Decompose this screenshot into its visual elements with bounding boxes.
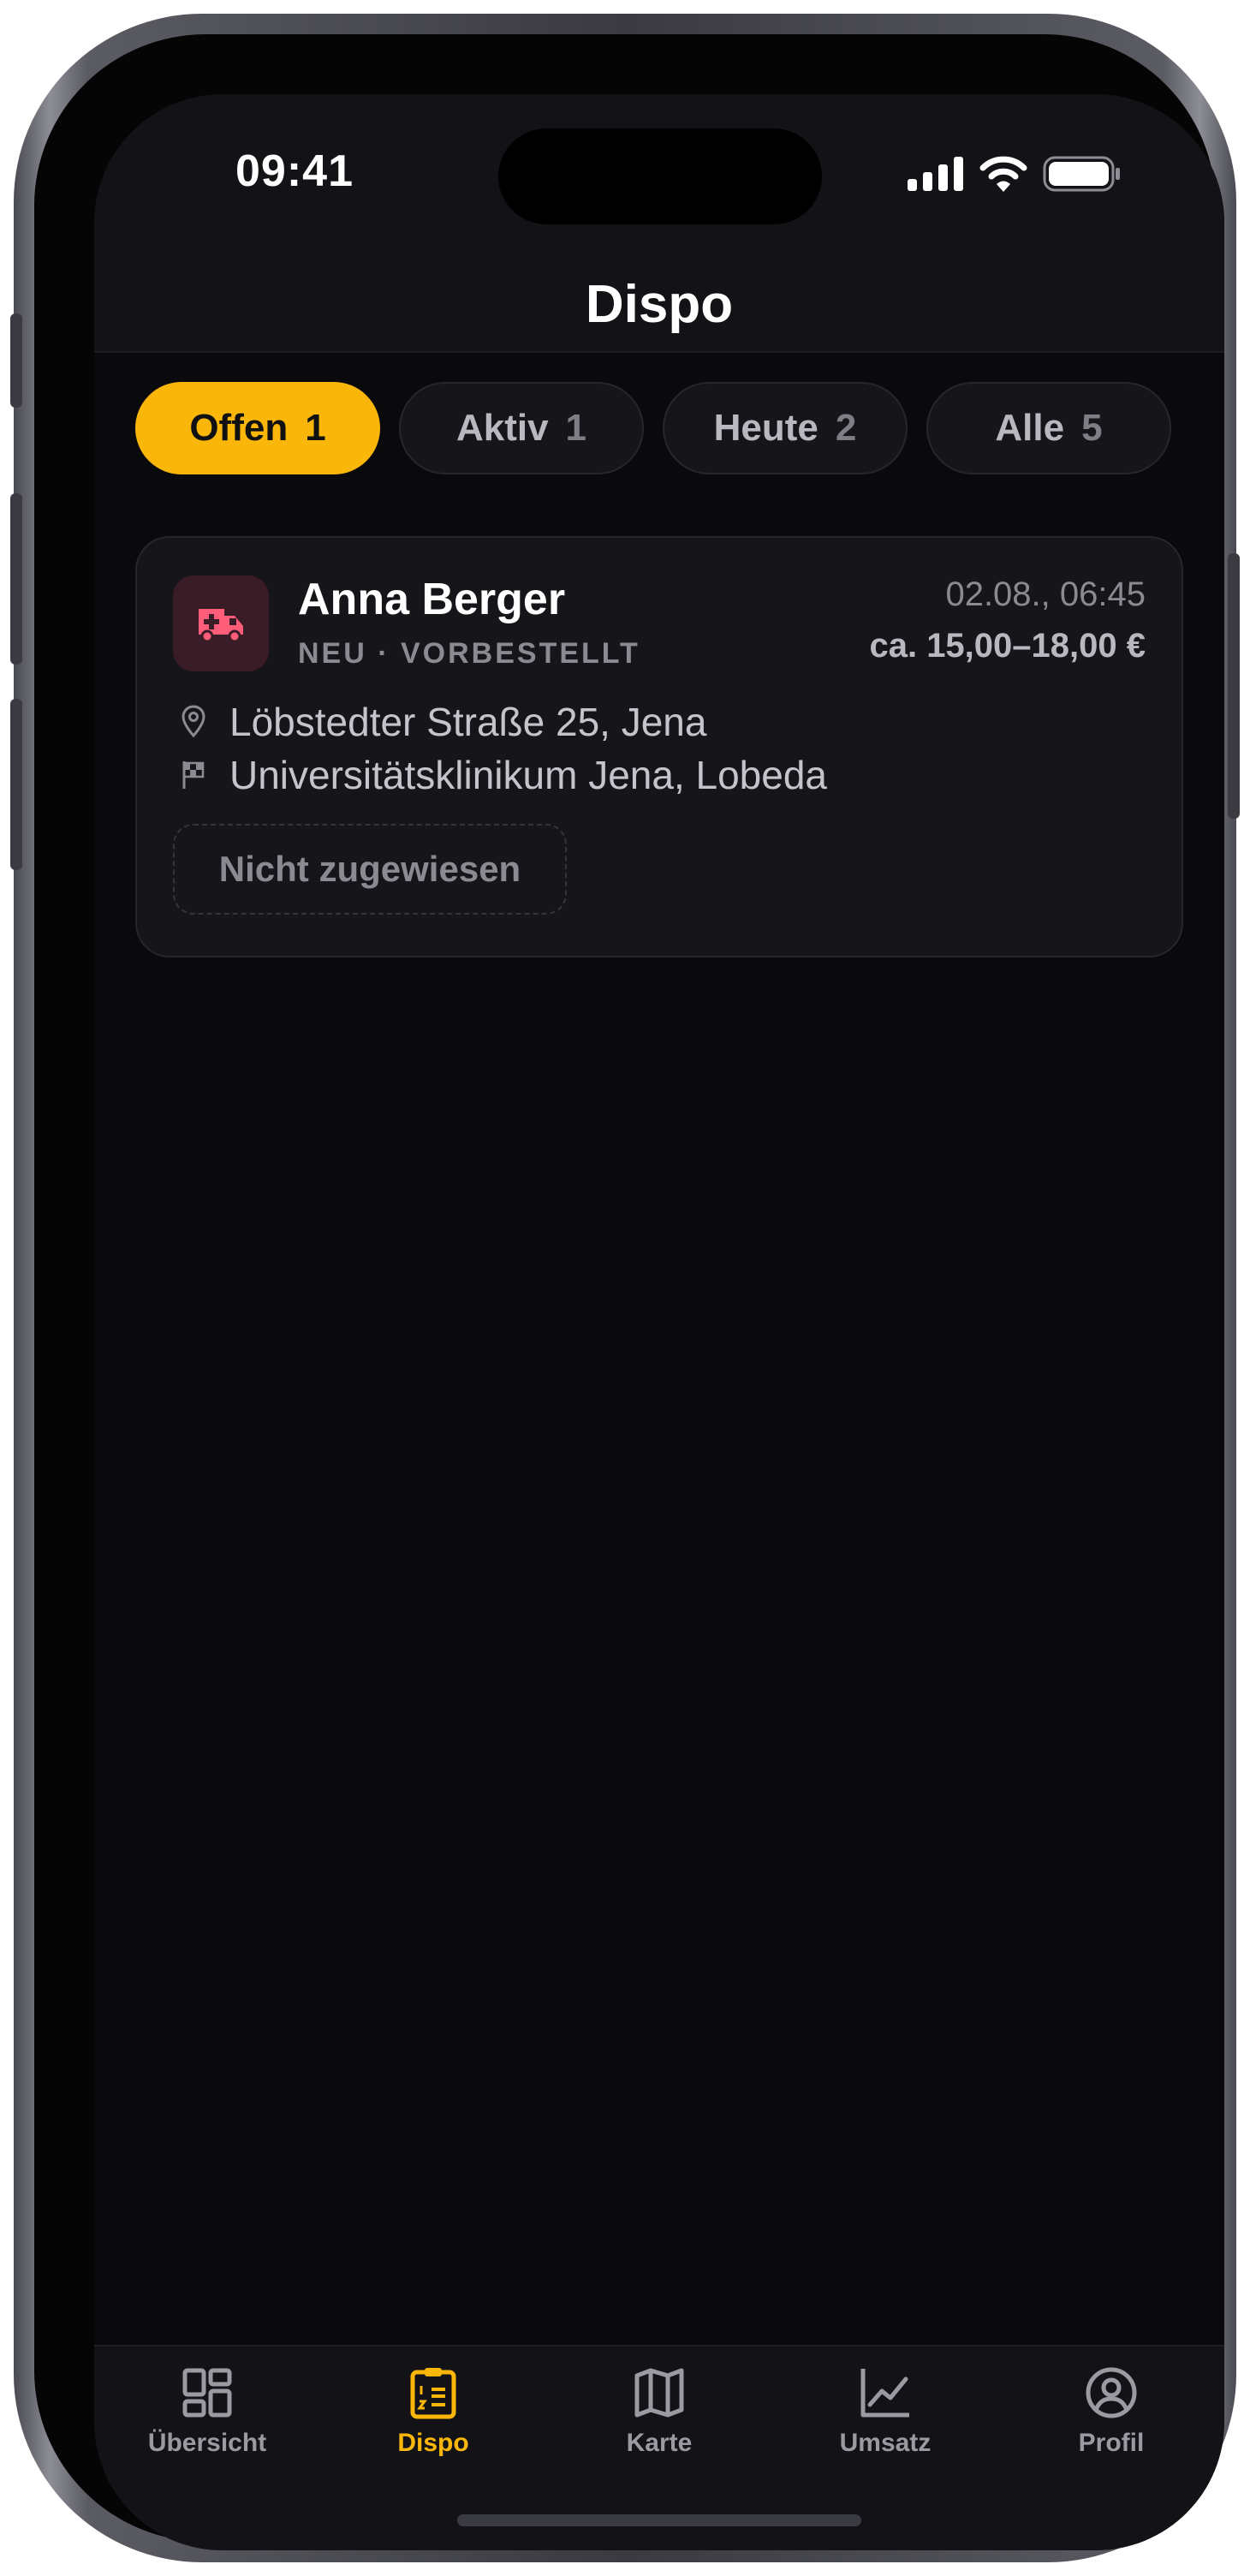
pickup-address-row: Löbstedter Straße 25, Jena: [182, 699, 706, 745]
dashboard-icon: [182, 2368, 232, 2418]
tab-label: Übersicht: [147, 2429, 267, 2457]
page-title: Dispo: [585, 275, 734, 334]
home-indicator[interactable]: [457, 2514, 861, 2526]
wifi-icon: [979, 156, 1027, 192]
tab-uebersicht[interactable]: Übersicht: [94, 2365, 320, 2458]
status-time: 09:41: [235, 146, 354, 196]
screen: 09:41 Dispo Offen 1 Aktiv 1 Heute 2 Alle…: [94, 94, 1224, 2550]
action-button: [10, 313, 22, 408]
volume-down-button: [10, 699, 22, 870]
user-circle-icon: [1086, 2367, 1137, 2418]
order-status: NEU · VORBESTELLT: [298, 637, 640, 670]
tab-dispo[interactable]: Dispo: [320, 2365, 546, 2458]
battery-icon: [1043, 156, 1120, 192]
power-button: [1228, 553, 1240, 819]
order-price: ca. 15,00–18,00 €: [869, 627, 1146, 665]
status-icons: [908, 156, 1122, 192]
filter-chip-label: Alle: [995, 407, 1065, 449]
filter-chip-aktiv[interactable]: Aktiv 1: [399, 382, 644, 474]
tab-profil[interactable]: Profil: [998, 2365, 1224, 2458]
filter-chip-heute[interactable]: Heute 2: [663, 382, 908, 474]
destination-address-row: Universitätsklinikum Jena, Lobeda: [182, 752, 827, 798]
tab-label: Umsatz: [839, 2429, 932, 2457]
navigation-bar: 09:41 Dispo: [94, 94, 1224, 353]
filter-chip-alle[interactable]: Alle 5: [926, 382, 1171, 474]
filter-chip-label: Offen: [189, 407, 289, 449]
filter-chips: Offen 1 Aktiv 1 Heute 2 Alle 5: [135, 382, 1171, 474]
tab-karte[interactable]: Karte: [546, 2365, 772, 2458]
filter-chip-count: 1: [565, 407, 587, 449]
map-icon: [634, 2368, 684, 2418]
phone-frame: 09:41 Dispo Offen 1 Aktiv 1 Heute 2 Alle…: [10, 14, 1240, 2562]
checkered-flag-icon: [182, 761, 205, 789]
filter-chip-label: Aktiv: [455, 407, 549, 449]
line-chart-icon: [860, 2369, 909, 2418]
filter-chip-count: 1: [305, 407, 326, 449]
tab-label: Karte: [626, 2429, 693, 2457]
filter-chip-offen[interactable]: Offen 1: [135, 382, 380, 474]
pickup-address: Löbstedter Straße 25, Jena: [229, 700, 707, 744]
destination-address: Universitätsklinikum Jena, Lobeda: [229, 753, 828, 797]
cellular-signal-icon: [908, 157, 963, 191]
volume-up-button: [10, 493, 22, 665]
clipboard-list-icon: [410, 2368, 456, 2419]
order-datetime: 02.08., 06:45: [945, 575, 1146, 613]
assign-driver-button[interactable]: Nicht zugewiesen: [173, 824, 567, 915]
patient-name: Anna Berger: [298, 575, 566, 624]
bezel: 09:41 Dispo Offen 1 Aktiv 1 Heute 2 Alle…: [34, 34, 1224, 2550]
filter-chip-count: 5: [1081, 407, 1103, 449]
location-pin-icon: [182, 705, 205, 738]
filter-chip-count: 2: [835, 407, 857, 449]
order-card[interactable]: Anna Berger NEU · VORBESTELLT 02.08., 06…: [135, 536, 1183, 957]
tab-label: Profil: [1078, 2429, 1145, 2457]
filter-chip-label: Heute: [713, 407, 818, 449]
dynamic-island: [498, 128, 822, 224]
tab-umsatz[interactable]: Umsatz: [772, 2365, 998, 2458]
ambulance-icon: [173, 575, 269, 671]
tab-label: Dispo: [397, 2429, 469, 2457]
